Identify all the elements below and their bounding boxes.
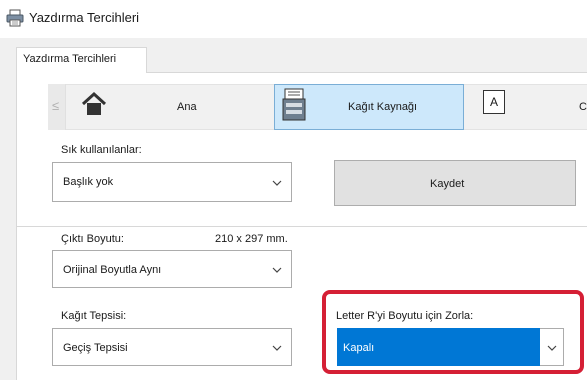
paper-tray-label: Kağıt Tepsisi: (61, 310, 127, 322)
highlight-frame (322, 290, 584, 374)
scroll-left-icon: ≤ (52, 98, 60, 113)
favorites-label: Sık kullanılanlar: (61, 144, 142, 156)
output-size-label: Çıktı Boyutu: (61, 233, 124, 245)
toolbar-paper-source-label[interactable]: Kağıt Kaynağı (348, 101, 417, 113)
favorites-select-value: Başlık yok (63, 176, 114, 188)
section-divider (16, 226, 587, 227)
output-size-select-value: Orijinal Boyutla Aynı (63, 264, 162, 276)
paper-tray-select-value: Geçiş Tepsisi (63, 342, 128, 354)
paper-source-icon (282, 88, 306, 121)
layout-icon[interactable]: A (483, 90, 505, 114)
home-icon[interactable] (80, 90, 108, 118)
output-size-dimensions: 210 x 297 mm. (215, 233, 288, 245)
save-button-label: Kaydet (430, 178, 465, 190)
toolbar-layout-label[interactable]: C (579, 101, 587, 113)
window-title: Yazdırma Tercihleri (29, 10, 140, 25)
chevron-down-icon (272, 345, 282, 351)
printer-icon (6, 9, 24, 27)
tab-print-preferences-label: Yazdırma Tercihleri (23, 53, 117, 65)
chevron-down-icon (272, 180, 282, 186)
chevron-down-icon (272, 267, 282, 273)
toolbar-home-label[interactable]: Ana (177, 101, 197, 113)
